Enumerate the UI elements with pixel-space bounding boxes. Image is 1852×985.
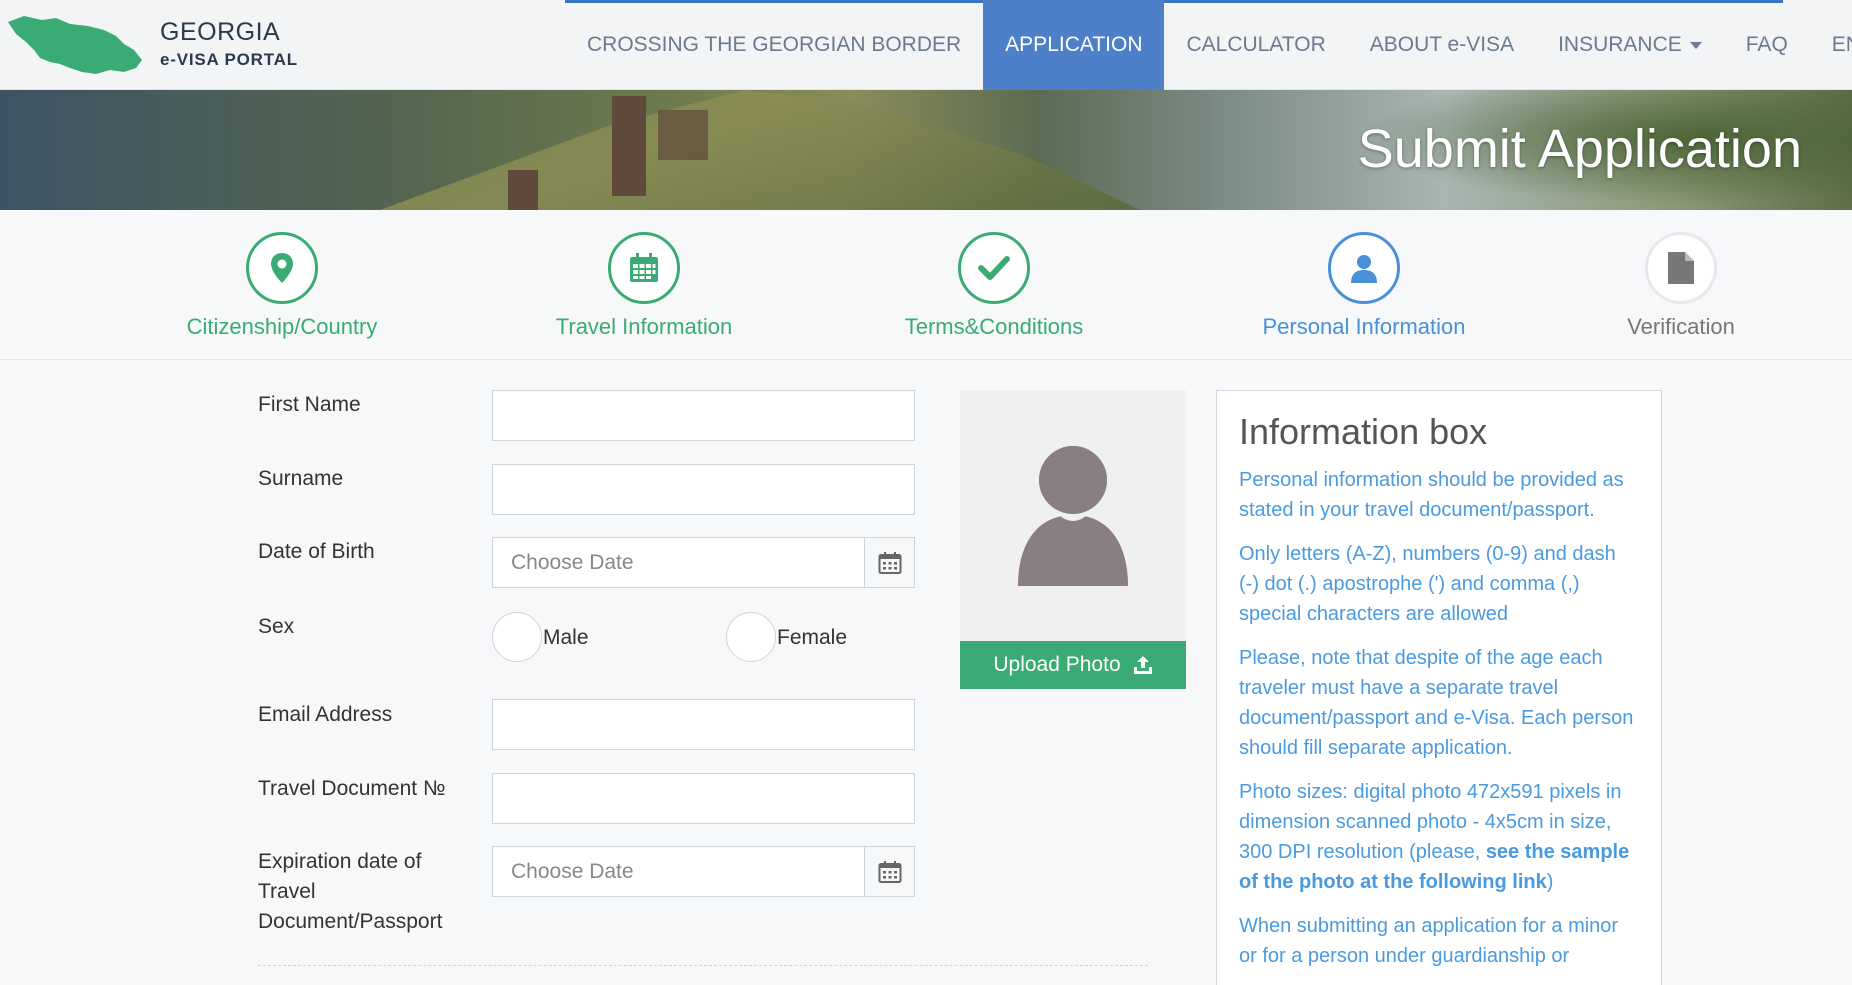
step-label: Travel Information: [555, 314, 733, 339]
step-travel-information[interactable]: Travel Information: [514, 232, 774, 340]
site-header: GEORGIA e-VISA PORTAL CROSSING THE GEORG…: [0, 0, 1852, 90]
page-banner: Submit Application: [0, 90, 1852, 210]
dob-label: Date of Birth: [258, 540, 375, 563]
email-input[interactable]: [492, 699, 915, 750]
step-personal-information[interactable]: Personal Information: [1234, 232, 1494, 340]
calendar-icon: [630, 253, 658, 282]
nav-about-evisa[interactable]: ABOUT e-VISA: [1348, 0, 1536, 90]
travel-document-label: Travel Document №: [258, 777, 446, 800]
logo-subtitle: e-VISA PORTAL: [160, 50, 298, 69]
georgia-map-icon: [8, 16, 142, 74]
expiration-calendar-button[interactable]: [864, 846, 915, 897]
dob-input[interactable]: [492, 537, 865, 588]
form-divider: [258, 965, 1148, 966]
info-box-title: Information box: [1239, 411, 1488, 452]
check-icon: [978, 256, 1010, 280]
nav-faq[interactable]: FAQ: [1724, 0, 1810, 90]
step-label: Personal Information: [1262, 314, 1466, 339]
banner-mountain: [380, 90, 1140, 210]
step-citizenship[interactable]: Citizenship/Country: [152, 232, 412, 340]
user-icon: [1351, 255, 1377, 283]
info-paragraph-photo: Photo sizes: digital photo 472x591 pixel…: [1239, 777, 1639, 897]
first-name-input[interactable]: [492, 390, 915, 441]
info-paragraph: When submitting an application for a min…: [1239, 915, 1619, 967]
sex-male-label: Male: [543, 626, 589, 649]
info-paragraph: Personal information should be provided …: [1239, 469, 1624, 521]
banner-tower: [612, 96, 646, 196]
travel-document-input[interactable]: [492, 773, 915, 824]
photo-placeholder: [960, 390, 1186, 642]
banner-ruin: [658, 110, 708, 160]
calendar-icon: [878, 551, 901, 574]
avatar-placeholder-icon: [1018, 446, 1128, 586]
sex-female-label: Female: [777, 626, 848, 649]
upload-photo-button[interactable]: Upload Photo: [960, 641, 1186, 689]
expiration-date-label: Expiration date of Travel Document/Passp…: [258, 850, 443, 933]
step-label: Citizenship/Country: [186, 314, 378, 339]
logo-title: GEORGIA: [160, 18, 281, 46]
nav-calculator[interactable]: CALCULATOR: [1164, 0, 1347, 90]
banner-tower-small: [508, 170, 538, 210]
nav-language[interactable]: EN: [1810, 0, 1852, 90]
step-label: Terms&Conditions: [904, 314, 1084, 339]
progress-steps: Citizenship/Country Travel Information T…: [0, 210, 1852, 360]
nav-insurance[interactable]: INSURANCE: [1536, 0, 1724, 90]
info-paragraph: Please, note that despite of the age eac…: [1239, 647, 1634, 759]
sex-label: Sex: [258, 615, 295, 638]
expiration-date-input[interactable]: [492, 846, 865, 897]
sex-female-radio[interactable]: [726, 612, 776, 662]
step-terms-conditions[interactable]: Terms&Conditions: [864, 232, 1124, 340]
info-paragraph: Only letters (A-Z), numbers (0-9) and da…: [1239, 543, 1616, 625]
email-label: Email Address: [258, 703, 393, 726]
main-nav: CROSSING THE GEORGIAN BORDER APPLICATION…: [565, 0, 1852, 90]
surname-input[interactable]: [492, 464, 915, 515]
nav-crossing-border[interactable]: CROSSING THE GEORGIAN BORDER: [565, 0, 983, 90]
nav-application[interactable]: APPLICATION: [983, 0, 1165, 90]
surname-label: Surname: [258, 467, 344, 490]
upload-icon: [1133, 656, 1152, 674]
first-name-label: First Name: [258, 393, 361, 416]
nav-insurance-label: INSURANCE: [1558, 33, 1682, 56]
step-label: Verification: [1627, 314, 1735, 339]
information-box: Information box Personal information sho…: [1216, 390, 1662, 985]
upload-photo-label: Upload Photo: [993, 653, 1121, 676]
calendar-icon: [878, 860, 901, 883]
step-verification[interactable]: Verification: [1551, 232, 1811, 340]
map-pin-icon: [271, 253, 293, 283]
sex-male-radio[interactable]: [492, 612, 542, 662]
document-icon: [1668, 252, 1694, 284]
caret-down-icon: [1689, 41, 1702, 49]
info-text: ): [1546, 871, 1554, 893]
page-title: Submit Application: [1357, 119, 1802, 179]
site-logo[interactable]: GEORGIA e-VISA PORTAL: [0, 0, 300, 90]
dob-calendar-button[interactable]: [864, 537, 915, 588]
